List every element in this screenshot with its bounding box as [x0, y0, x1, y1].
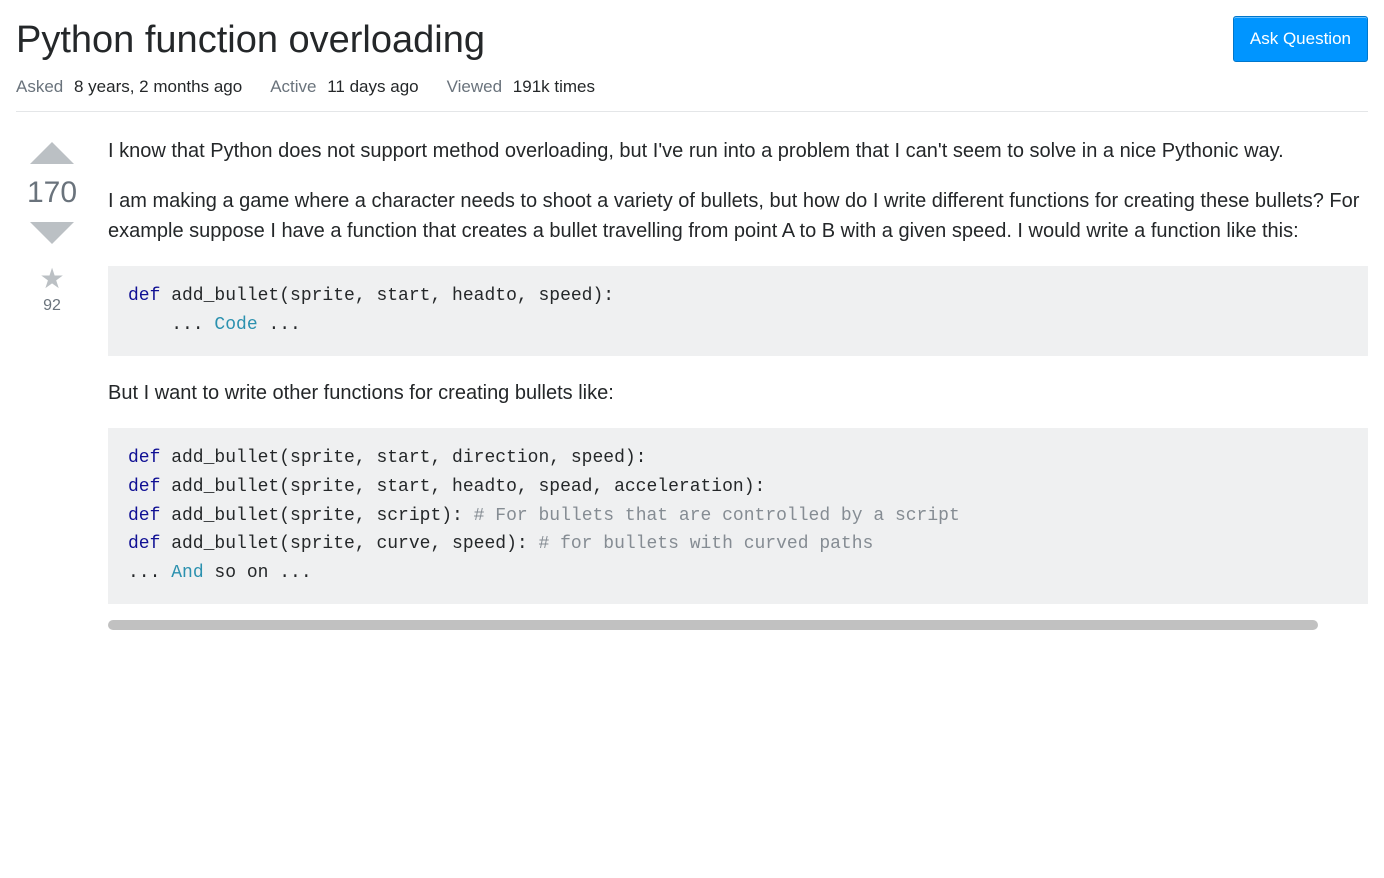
- meta-viewed-label: Viewed: [447, 77, 502, 96]
- code-text: add_bullet(sprite, script):: [160, 506, 473, 526]
- code-block: def add_bullet(sprite, start, direction,…: [108, 428, 1368, 604]
- meta-viewed-value: 191k times: [513, 77, 595, 96]
- meta-active-value: 11 days ago: [327, 77, 418, 96]
- question-body: I know that Python does not support meth…: [108, 136, 1368, 632]
- meta-active: Active 11 days ago: [270, 77, 418, 97]
- favorite-count: 92: [43, 297, 61, 315]
- code-type: And: [171, 563, 203, 583]
- code-text: add_bullet(sprite, curve, speed):: [160, 534, 538, 554]
- vote-score: 170: [27, 176, 77, 210]
- code-comment: # for bullets with curved paths: [538, 534, 873, 554]
- meta-asked: Asked 8 years, 2 months ago: [16, 77, 242, 97]
- meta-viewed: Viewed 191k times: [447, 77, 595, 97]
- code-text: ...: [128, 563, 171, 583]
- favorite-star-icon[interactable]: ★: [39, 262, 64, 295]
- code-block: def add_bullet(sprite, start, headto, sp…: [108, 266, 1368, 356]
- meta-asked-label: Asked: [16, 77, 63, 96]
- question-title: Python function overloading: [16, 16, 485, 65]
- code-keyword: def: [128, 534, 160, 554]
- code-keyword: def: [128, 448, 160, 468]
- downvote-icon[interactable]: [30, 222, 74, 244]
- code-text: ...: [258, 315, 301, 335]
- meta-active-label: Active: [270, 77, 316, 96]
- code-text: so on ...: [204, 563, 312, 583]
- code-type: Code: [214, 315, 257, 335]
- code-keyword: def: [128, 477, 160, 497]
- code-comment: # For bullets that are controlled by a s…: [474, 506, 960, 526]
- meta-asked-value: 8 years, 2 months ago: [74, 77, 242, 96]
- paragraph: I know that Python does not support meth…: [108, 136, 1368, 166]
- scrollbar-thumb[interactable]: [108, 620, 1318, 630]
- horizontal-scrollbar[interactable]: [108, 620, 1368, 632]
- vote-cell: 170 ★ 92: [16, 136, 88, 632]
- question-meta: Asked 8 years, 2 months ago Active 11 da…: [16, 77, 1368, 112]
- paragraph: I am making a game where a character nee…: [108, 186, 1368, 246]
- code-text: add_bullet(sprite, start, direction, spe…: [160, 448, 646, 468]
- code-keyword: def: [128, 286, 160, 306]
- paragraph: But I want to write other functions for …: [108, 378, 1368, 408]
- code-text: add_bullet(sprite, start, headto, spead,…: [160, 477, 765, 497]
- upvote-icon[interactable]: [30, 142, 74, 164]
- ask-question-button[interactable]: Ask Question: [1233, 16, 1368, 62]
- code-text: ...: [128, 315, 214, 335]
- code-keyword: def: [128, 506, 160, 526]
- code-text: add_bullet(sprite, start, headto, speed)…: [160, 286, 614, 306]
